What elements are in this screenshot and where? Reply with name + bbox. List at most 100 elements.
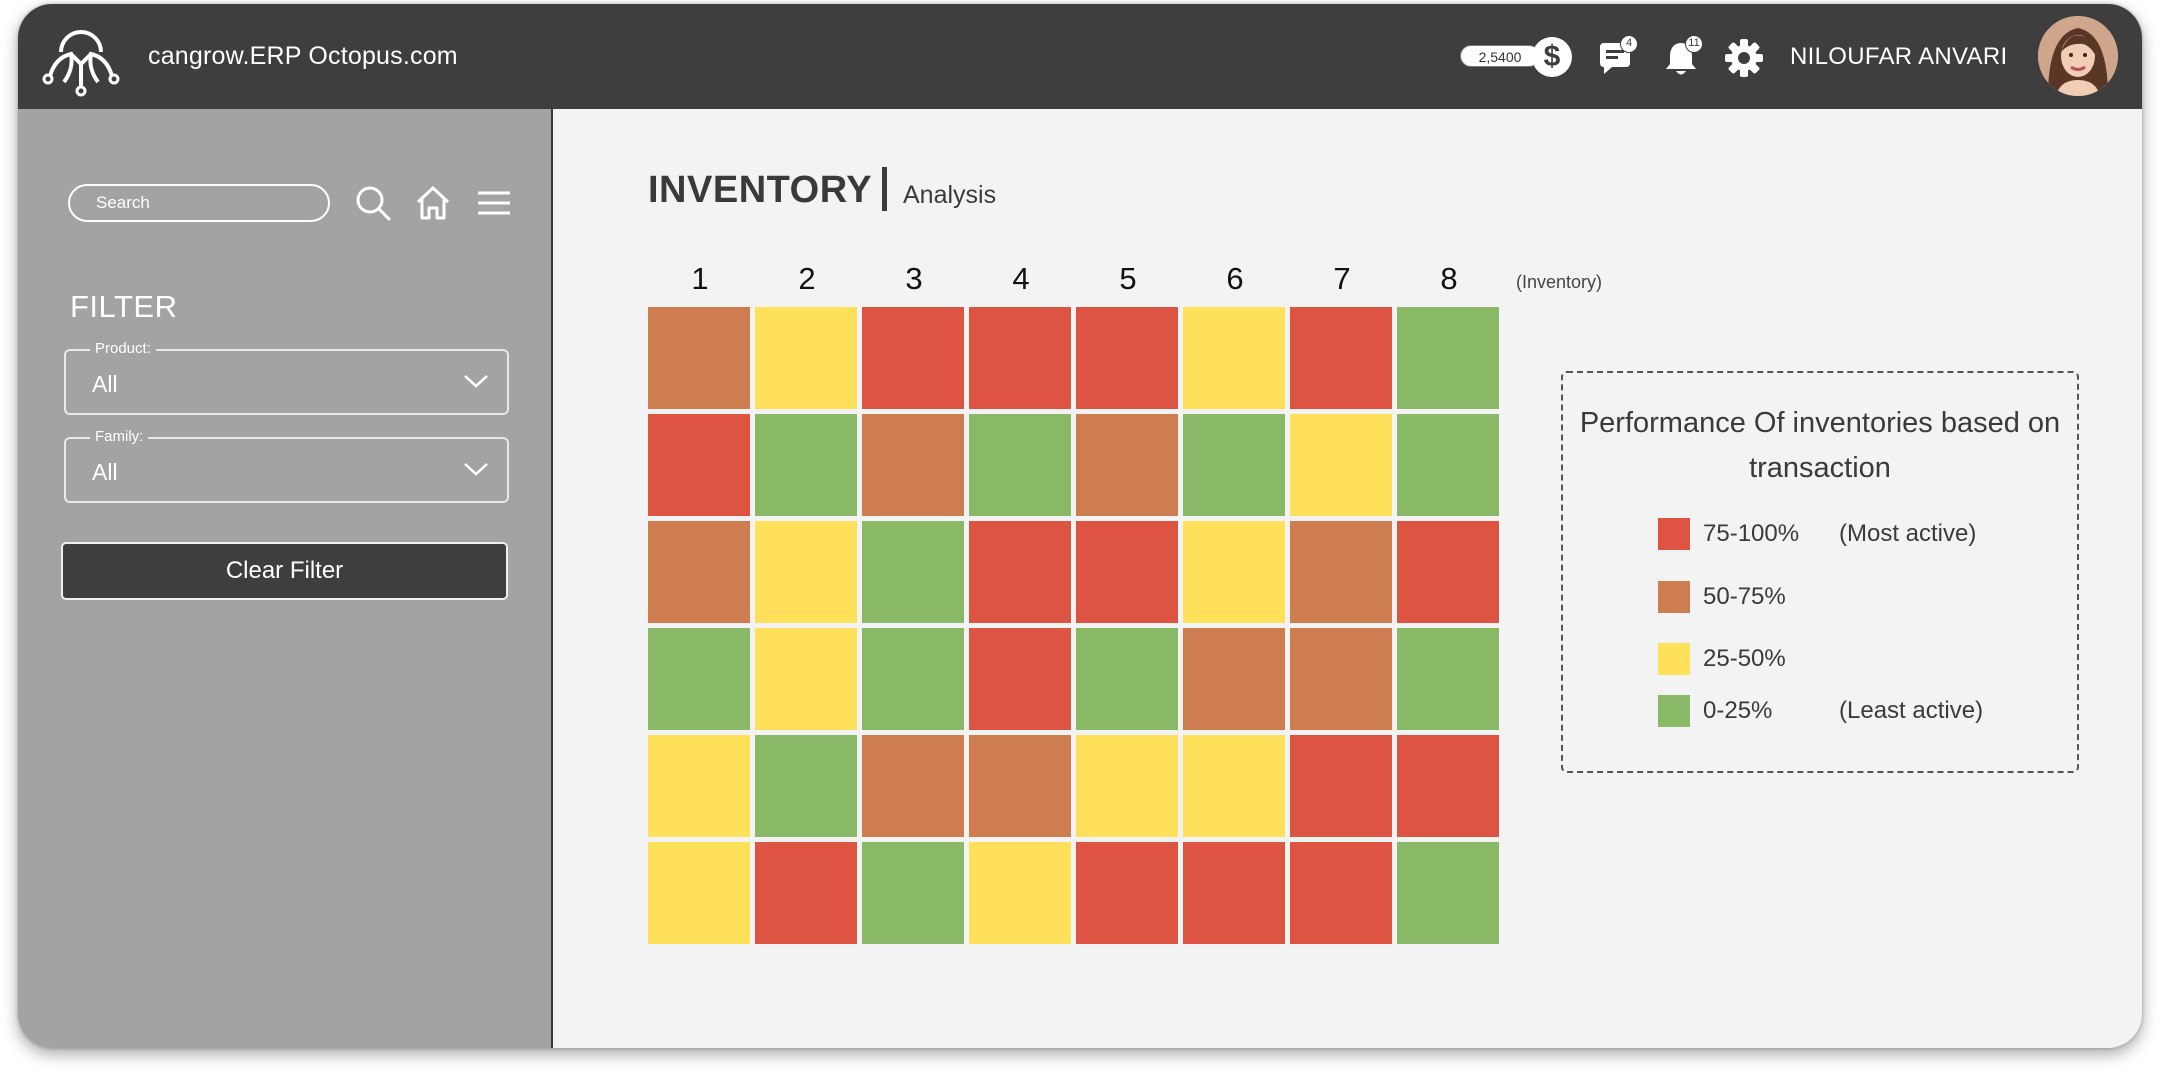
legend-range: 25-50%	[1703, 645, 1786, 672]
column-label: 8	[1440, 261, 1458, 296]
legend-title: Performance Of inventories based on tran…	[1579, 407, 2061, 484]
top-bar: cangrow.ERP Octopus.com 2,5400 $ 4 11 NI…	[18, 4, 2142, 109]
product-label: Product:	[90, 340, 156, 357]
heatmap-cell[interactable]	[648, 521, 750, 623]
main-content: INVENTORY Analysis 12345678 (Inventory) …	[555, 109, 2142, 1048]
heatmap-cell[interactable]	[862, 735, 964, 837]
heatmap-cell[interactable]	[755, 307, 857, 409]
home-button[interactable]	[413, 183, 453, 223]
family-select[interactable]: Family: All	[64, 428, 509, 503]
heatmap-cell[interactable]	[1183, 628, 1285, 730]
app-title: cangrow.ERP Octopus.com	[148, 42, 458, 70]
heatmap-cell[interactable]	[862, 842, 964, 944]
heatmap-cell[interactable]	[1290, 307, 1392, 409]
legend-swatch	[1658, 518, 1690, 550]
legend-note: (Most active)	[1839, 520, 1977, 547]
gear-icon	[1725, 39, 1763, 77]
heatmap-cell[interactable]	[969, 628, 1071, 730]
messages-button[interactable]: 4	[1596, 35, 1638, 79]
heatmap-cell[interactable]	[755, 735, 857, 837]
column-label: 2	[798, 261, 816, 296]
filter-title: FILTER	[70, 289, 178, 324]
octopus-logo-icon[interactable]	[40, 16, 122, 98]
heatmap-cell[interactable]	[1183, 307, 1285, 409]
heatmap-cell[interactable]	[1290, 735, 1392, 837]
heatmap-cell[interactable]	[1397, 307, 1499, 409]
heatmap-cell[interactable]	[1183, 842, 1285, 944]
sidebar: FILTER Product: All Family: All Clear Fi…	[18, 109, 553, 1048]
search-icon	[356, 186, 391, 221]
heatmap-cell[interactable]	[648, 628, 750, 730]
heatmap-cell[interactable]	[648, 842, 750, 944]
heatmap-cell[interactable]	[1290, 414, 1392, 516]
notifications-button[interactable]: 11	[1661, 35, 1703, 79]
heatmap-cell[interactable]	[969, 414, 1071, 516]
column-label: 3	[905, 261, 923, 296]
heatmap-cell[interactable]	[755, 521, 857, 623]
notifications-badge: 11	[1685, 35, 1703, 53]
heatmap-cell[interactable]	[1076, 414, 1178, 516]
heatmap-cell[interactable]	[969, 521, 1071, 623]
heatmap-cell[interactable]	[969, 735, 1071, 837]
column-label: 1	[691, 261, 709, 296]
heatmap-cell[interactable]	[1290, 521, 1392, 623]
clear-filter-button[interactable]: Clear Filter	[61, 542, 508, 600]
legend-range: 75-100%	[1703, 520, 1800, 547]
heatmap-cell[interactable]	[1290, 842, 1392, 944]
product-value: All	[92, 371, 118, 397]
performance-legend: Performance Of inventories based on tran…	[1561, 371, 2079, 773]
messages-badge: 4	[1620, 35, 1638, 53]
heatmap-cell[interactable]	[755, 414, 857, 516]
search-button[interactable]	[353, 183, 393, 223]
heatmap-cell[interactable]	[1183, 521, 1285, 623]
chevron-down-icon	[464, 375, 488, 388]
title-separator	[882, 167, 887, 211]
heatmap-cell[interactable]	[1076, 735, 1178, 837]
family-value: All	[92, 459, 118, 485]
heatmap-cell[interactable]	[1397, 628, 1499, 730]
settings-button[interactable]	[1723, 37, 1763, 77]
heatmap-cell[interactable]	[1290, 628, 1392, 730]
inventory-heatmap	[648, 307, 1500, 945]
heatmap-cell[interactable]	[755, 842, 857, 944]
heatmap-cell[interactable]	[1076, 628, 1178, 730]
heatmap-cell[interactable]	[1397, 842, 1499, 944]
user-name[interactable]: NILOUFAR ANVARI	[1790, 43, 2007, 71]
column-label: 4	[1012, 261, 1030, 296]
heatmap-cell[interactable]	[1397, 521, 1499, 623]
heatmap-cell[interactable]	[648, 735, 750, 837]
heatmap-cell[interactable]	[862, 521, 964, 623]
heatmap-cell[interactable]	[1076, 842, 1178, 944]
legend-note: (Least active)	[1839, 697, 1984, 724]
credit-amount: 2,5400	[1460, 45, 1540, 67]
legend-swatch	[1658, 643, 1690, 675]
heatmap-cell[interactable]	[1397, 735, 1499, 837]
credit-balance[interactable]: 2,5400 $	[1460, 37, 1578, 77]
legend-range: 50-75%	[1703, 583, 1786, 610]
column-label: 6	[1226, 261, 1244, 296]
heatmap-cell[interactable]	[862, 628, 964, 730]
menu-button[interactable]	[474, 183, 514, 223]
heatmap-cell[interactable]	[1183, 414, 1285, 516]
home-icon	[416, 186, 450, 220]
heatmap-cell[interactable]	[648, 414, 750, 516]
heatmap-cell[interactable]	[1076, 307, 1178, 409]
heatmap-cell[interactable]	[862, 307, 964, 409]
avatar-image	[2038, 16, 2118, 96]
product-select[interactable]: Product: All	[64, 340, 509, 415]
heatmap-cell[interactable]	[1397, 414, 1499, 516]
search-input[interactable]	[68, 184, 330, 222]
legend-range: 0-25%	[1703, 697, 1773, 724]
heatmap-cell[interactable]	[1076, 521, 1178, 623]
heatmap-cell[interactable]	[755, 628, 857, 730]
legend-swatch	[1658, 695, 1690, 727]
heatmap-cell[interactable]	[969, 307, 1071, 409]
page-subtitle: Analysis	[903, 181, 997, 209]
heatmap-cell[interactable]	[969, 842, 1071, 944]
heatmap-cell[interactable]	[862, 414, 964, 516]
chevron-down-icon	[464, 463, 488, 476]
heatmap-cell[interactable]	[648, 307, 750, 409]
user-avatar[interactable]	[2038, 16, 2118, 96]
hamburger-menu-icon	[478, 191, 510, 215]
heatmap-cell[interactable]	[1183, 735, 1285, 837]
